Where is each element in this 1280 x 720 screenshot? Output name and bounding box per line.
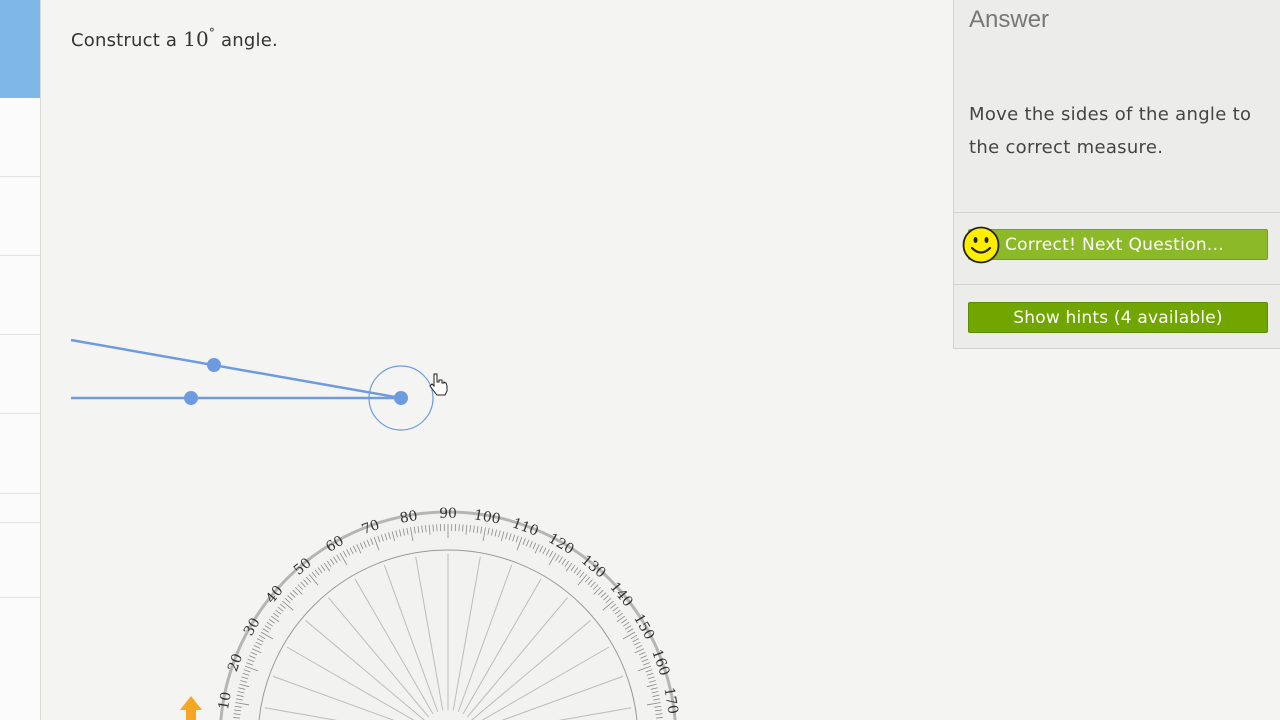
smiley-face-icon	[962, 226, 1000, 264]
correct-next-question-button[interactable]: Correct! Next Question...	[968, 229, 1268, 260]
orange-arrow-icon[interactable]	[180, 696, 202, 720]
protractor-label: 90	[439, 506, 457, 522]
protractor-label: 80	[399, 508, 419, 527]
panel-divider	[954, 212, 1280, 213]
answer-panel: Answer Move the sides of the angle to th…	[953, 0, 1280, 349]
angle-side-upper[interactable]	[70, 338, 402, 400]
show-hints-button[interactable]: Show hints (4 available)	[968, 302, 1268, 333]
panel-divider	[954, 284, 1280, 285]
answer-title: Answer	[969, 6, 1050, 33]
vertex-handle[interactable]	[394, 391, 408, 405]
upper-side-handle[interactable]	[207, 358, 221, 372]
answer-instructions: Move the sides of the angle to the corre…	[969, 104, 1252, 158]
interactive-canvas[interactable]: 203040506070 80 90 100 110120130140150160170…	[0, 0, 950, 720]
lower-side-handle[interactable]	[184, 391, 198, 405]
protractor-label: 10	[216, 691, 235, 711]
protractor[interactable]: 203040506070 80 90 100 110120130140150160170…	[216, 506, 681, 720]
